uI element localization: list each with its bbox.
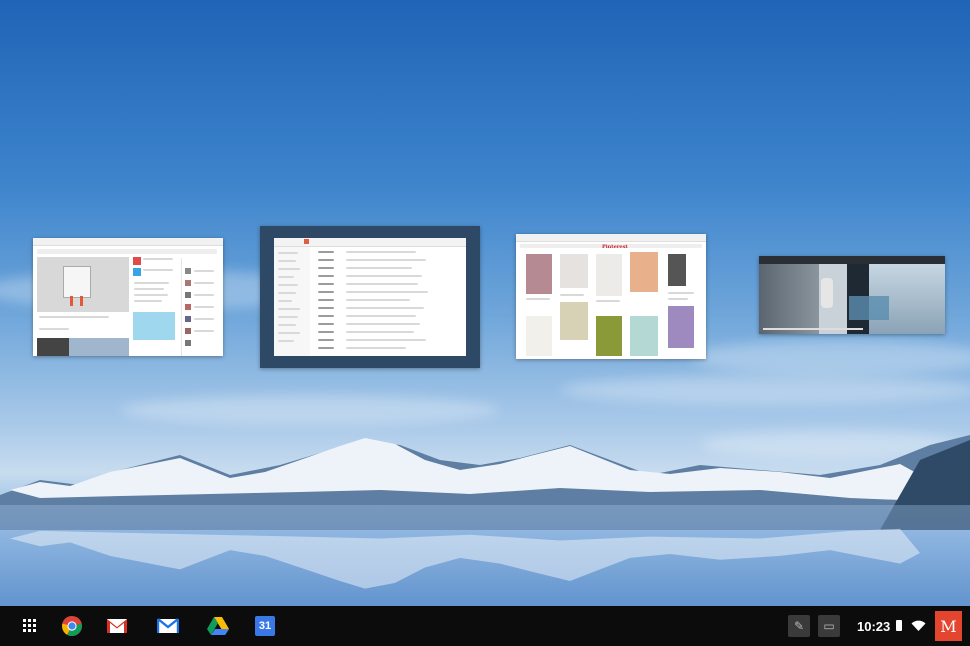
user-avatar[interactable]: M xyxy=(935,611,962,641)
calendar-date: 31 xyxy=(255,616,275,636)
battery-icon[interactable] xyxy=(896,620,902,631)
calendar-icon[interactable]: 31 xyxy=(253,614,277,638)
clock[interactable]: 10:23 xyxy=(857,619,890,634)
chrome-icon[interactable] xyxy=(60,614,84,638)
launcher-icon[interactable] xyxy=(22,618,37,633)
wifi-icon[interactable] xyxy=(911,620,926,632)
shelf: 31 ✎ ▭ 10:23 M xyxy=(0,606,970,646)
inbox-window[interactable] xyxy=(274,238,466,356)
pinterest-logo: Pinterest xyxy=(602,244,628,250)
video-window[interactable] xyxy=(759,256,945,334)
pen-icon[interactable]: ✎ xyxy=(788,615,810,637)
gmail-icon[interactable] xyxy=(105,614,129,638)
message-icon[interactable]: ▭ xyxy=(818,615,840,637)
inbox-window-selection-frame[interactable] xyxy=(260,226,480,368)
pinterest-window[interactable]: Pinterest xyxy=(516,234,706,359)
drive-icon[interactable] xyxy=(206,614,230,638)
google-plus-window[interactable] xyxy=(33,238,223,356)
inbox-icon[interactable] xyxy=(156,614,180,638)
